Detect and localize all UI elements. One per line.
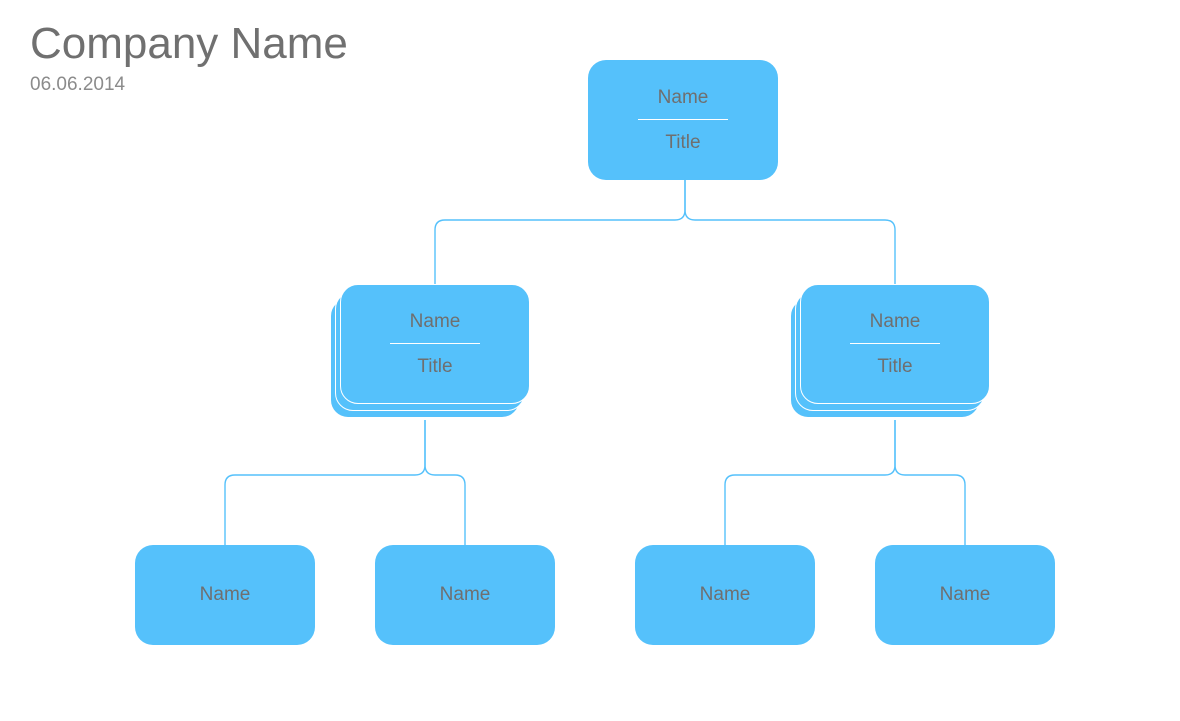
org-node-leaf: Name: [375, 545, 555, 645]
org-node-root: Name Title: [588, 60, 778, 180]
stack-layer-top: Name Title: [800, 284, 990, 404]
node-title: Title: [665, 132, 700, 154]
org-node-leaf: Name: [875, 545, 1055, 645]
company-name: Company Name: [30, 20, 348, 68]
org-node-leaf: Name: [635, 545, 815, 645]
node-divider: [390, 343, 480, 344]
date-label: 06.06.2014: [30, 74, 348, 96]
org-node-manager: Name Title: [790, 284, 980, 419]
node-name: Name: [440, 584, 491, 606]
node-divider: [638, 119, 728, 120]
org-node-manager: Name Title: [330, 284, 520, 419]
stack-layer-top: Name Title: [340, 284, 530, 404]
node-name: Name: [200, 584, 251, 606]
org-node-leaf: Name: [135, 545, 315, 645]
node-name: Name: [940, 584, 991, 606]
node-name: Name: [658, 87, 709, 109]
node-title: Title: [417, 356, 452, 378]
node-title: Title: [877, 356, 912, 378]
node-divider: [850, 343, 940, 344]
node-name: Name: [410, 311, 461, 333]
node-name: Name: [870, 311, 921, 333]
header: Company Name 06.06.2014: [30, 20, 348, 96]
node-name: Name: [700, 584, 751, 606]
